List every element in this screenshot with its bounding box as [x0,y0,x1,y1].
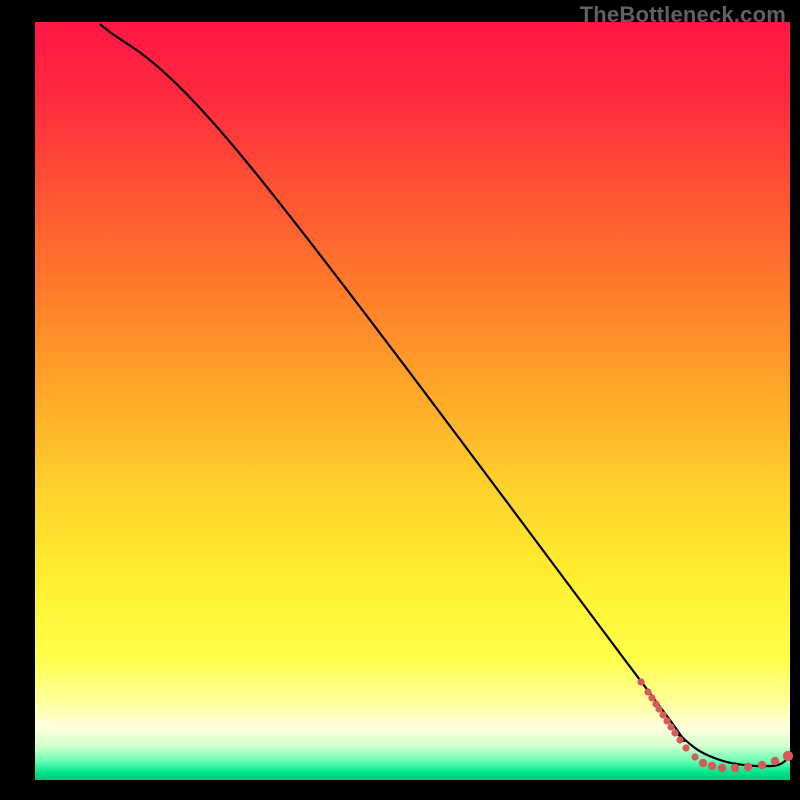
data-point [659,711,666,718]
data-point [644,688,651,695]
data-point [648,694,655,701]
data-point [676,736,683,743]
plot-background [35,22,790,780]
data-point [663,717,670,724]
data-point [682,744,689,751]
bottleneck-chart [0,0,800,800]
data-point [718,764,726,772]
data-point [671,729,678,736]
watermark-text: TheBottleneck.com [580,2,786,28]
data-point [731,764,739,772]
data-point [637,678,644,685]
data-point [655,705,662,712]
data-point [783,751,793,761]
data-point [771,757,779,765]
data-point [758,761,766,769]
data-point [691,753,698,760]
data-point [744,763,752,771]
data-point [667,723,674,730]
data-point [699,759,707,767]
data-point [708,762,716,770]
chart-container: TheBottleneck.com [0,0,800,800]
